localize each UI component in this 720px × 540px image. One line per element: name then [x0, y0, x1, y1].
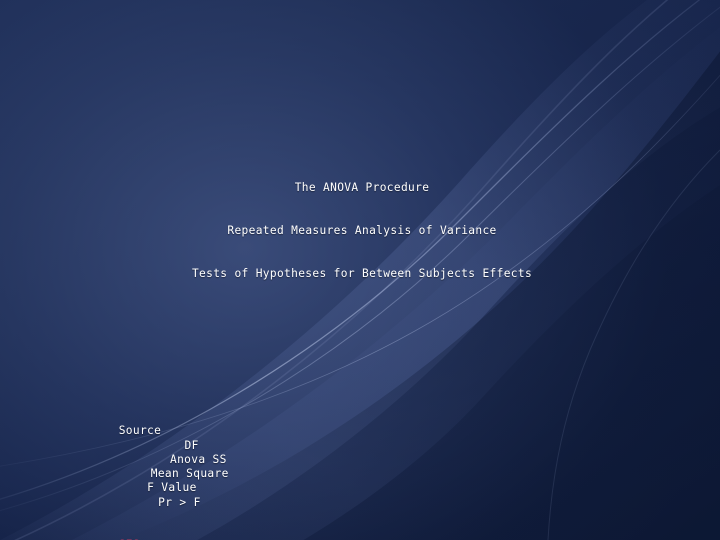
- column-header-source: Source: [118, 424, 162, 438]
- column-header-mean-square: Mean Square: [150, 467, 229, 481]
- table-row: SES 1 680.0666667 680.0666667 13.54 0.00…: [62, 524, 720, 540]
- report-title-line-3: Tests of Hypotheses for Between Subjects…: [191, 267, 533, 281]
- column-header-pr-f: Pr > F: [158, 495, 201, 509]
- column-header-anova-ss: Anova SS: [170, 452, 227, 466]
- report-title-line-2: Repeated Measures Analysis of Variance: [227, 224, 497, 238]
- table-header-row: Source DF Anova SS Mean Square F Value P…: [62, 410, 720, 508]
- column-header-f-value: F Value: [147, 481, 197, 495]
- anova-table: Source DF Anova SS Mean Square F Value P…: [0, 367, 720, 540]
- column-header-df: DF: [184, 438, 199, 452]
- report-title-line-1: The ANOVA Procedure: [294, 181, 430, 195]
- presentation-slide: The ANOVA Procedure Repeated Measures An…: [0, 0, 720, 540]
- anova-report: The ANOVA Procedure Repeated Measures An…: [0, 110, 720, 540]
- report-title-block: The ANOVA Procedure Repeated Measures An…: [0, 153, 720, 310]
